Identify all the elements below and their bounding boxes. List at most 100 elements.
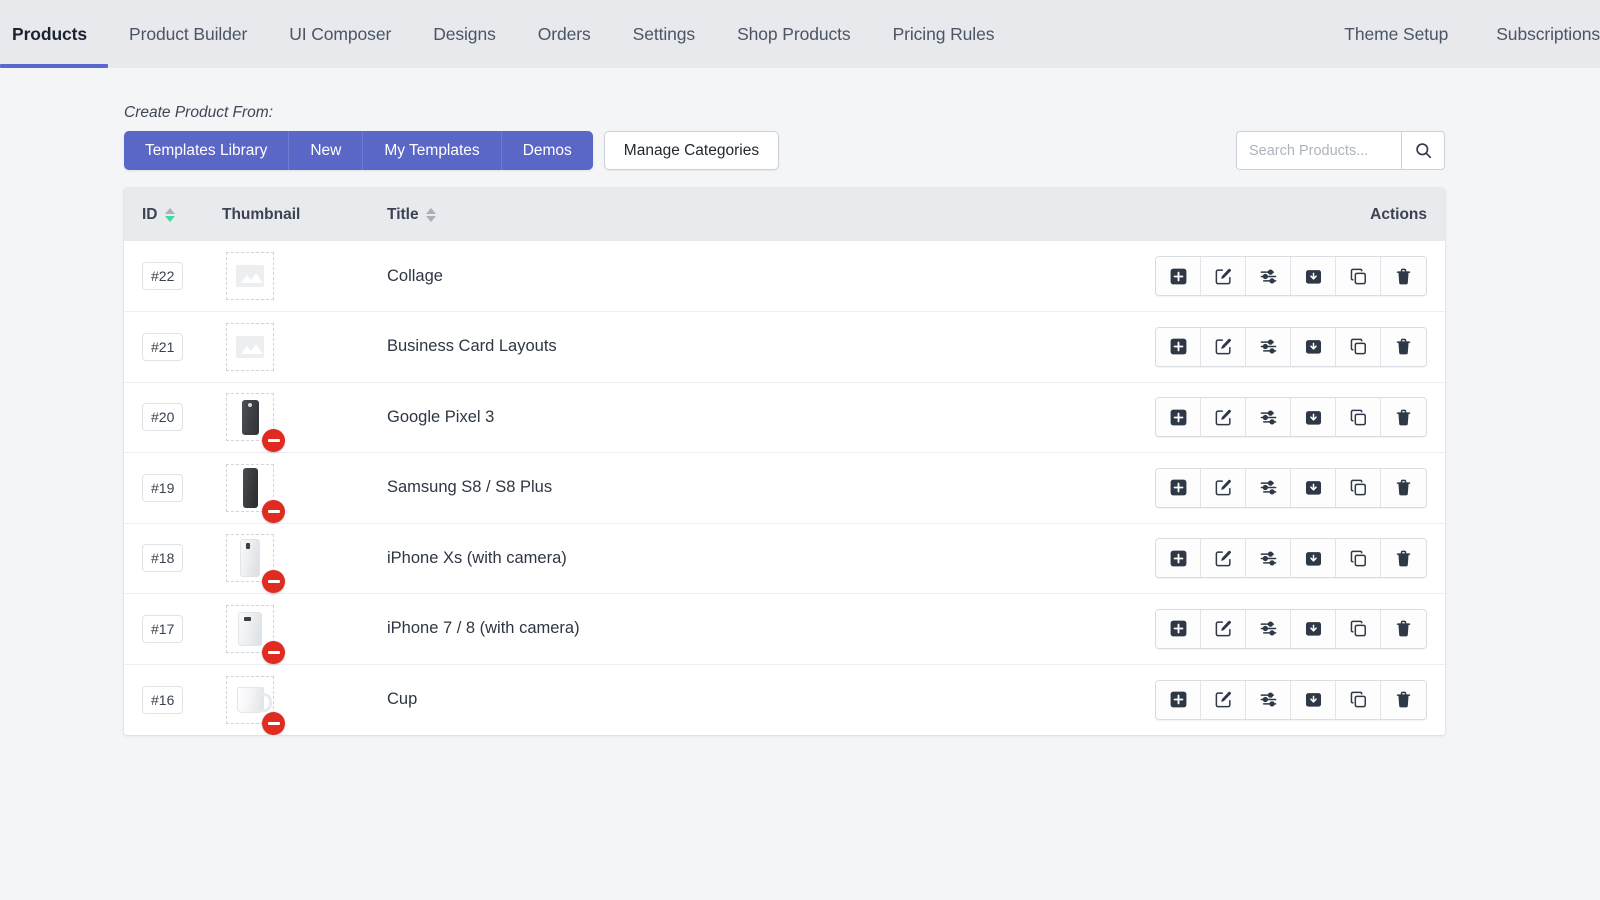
products-table-card: ID Thumbnail Title xyxy=(124,188,1445,735)
nav-item-product-builder[interactable]: Product Builder xyxy=(108,0,268,68)
cell-actions xyxy=(809,594,1445,665)
row-action-download-button[interactable] xyxy=(1291,469,1336,507)
row-action-add-button[interactable] xyxy=(1156,610,1201,648)
search-input[interactable] xyxy=(1236,131,1401,170)
thumbnail-box xyxy=(226,252,274,300)
row-action-trash-button[interactable] xyxy=(1381,257,1426,295)
row-action-trash-button[interactable] xyxy=(1381,398,1426,436)
column-header-id[interactable]: ID xyxy=(124,188,222,241)
row-action-add-button[interactable] xyxy=(1156,257,1201,295)
remove-thumbnail-icon[interactable] xyxy=(262,429,285,452)
cell-actions xyxy=(809,241,1445,312)
row-action-sliders-button[interactable] xyxy=(1246,539,1291,577)
table-row: #21Business Card Layouts xyxy=(124,312,1445,383)
search-button[interactable] xyxy=(1401,131,1445,170)
row-action-copy-button[interactable] xyxy=(1336,610,1381,648)
nav-item-label: Designs xyxy=(433,24,496,45)
nav-item-label: Product Builder xyxy=(129,24,247,45)
row-action-add-button[interactable] xyxy=(1156,681,1201,719)
nav-item-designs[interactable]: Designs xyxy=(412,0,517,68)
row-action-copy-button[interactable] xyxy=(1336,328,1381,366)
row-action-edit-button[interactable] xyxy=(1201,681,1246,719)
row-action-edit-button[interactable] xyxy=(1201,257,1246,295)
column-label-actions: Actions xyxy=(1370,206,1427,223)
column-header-title[interactable]: Title xyxy=(387,188,809,241)
nav-item-settings[interactable]: Settings xyxy=(612,0,716,68)
copy-icon xyxy=(1349,408,1368,427)
thumbnail-box xyxy=(226,676,274,724)
row-action-edit-button[interactable] xyxy=(1201,469,1246,507)
row-action-download-button[interactable] xyxy=(1291,398,1336,436)
thumbnail-box xyxy=(226,323,274,371)
edit-icon xyxy=(1214,549,1233,568)
cell-id: #18 xyxy=(124,523,222,594)
product-thumbnail-dark-phone xyxy=(242,400,259,435)
nav-item-ui-composer[interactable]: UI Composer xyxy=(268,0,412,68)
nav-item-subscriptions[interactable]: Subscriptions xyxy=(1472,0,1600,68)
trash-icon xyxy=(1394,267,1413,286)
id-badge: #21 xyxy=(142,333,183,361)
cell-actions xyxy=(809,453,1445,524)
sort-icon-title[interactable] xyxy=(426,208,436,222)
row-action-trash-button[interactable] xyxy=(1381,681,1426,719)
row-action-download-button[interactable] xyxy=(1291,539,1336,577)
remove-thumbnail-icon[interactable] xyxy=(262,641,285,664)
remove-thumbnail-icon[interactable] xyxy=(262,500,285,523)
trash-icon xyxy=(1394,478,1413,497)
row-action-download-button[interactable] xyxy=(1291,681,1336,719)
row-action-sliders-button[interactable] xyxy=(1246,257,1291,295)
row-action-edit-button[interactable] xyxy=(1201,539,1246,577)
create-from-new-button[interactable]: New xyxy=(289,131,363,170)
row-action-download-button[interactable] xyxy=(1291,257,1336,295)
nav-item-orders[interactable]: Orders xyxy=(517,0,612,68)
create-from-templates-library-button[interactable]: Templates Library xyxy=(124,131,289,170)
image-placeholder-icon xyxy=(236,265,264,287)
column-header-thumbnail: Thumbnail xyxy=(222,188,387,241)
download-icon xyxy=(1304,337,1323,356)
row-action-copy-button[interactable] xyxy=(1336,469,1381,507)
row-action-add-button[interactable] xyxy=(1156,328,1201,366)
remove-thumbnail-icon[interactable] xyxy=(262,712,285,735)
nav-item-products[interactable]: Products xyxy=(0,0,108,68)
nav-right-group: Theme SetupSubscriptions xyxy=(1320,0,1600,68)
row-action-sliders-button[interactable] xyxy=(1246,398,1291,436)
nav-item-theme-setup[interactable]: Theme Setup xyxy=(1320,0,1472,68)
row-action-trash-button[interactable] xyxy=(1381,539,1426,577)
row-action-copy-button[interactable] xyxy=(1336,398,1381,436)
sort-icon-id[interactable] xyxy=(165,208,175,222)
sliders-icon xyxy=(1259,337,1278,356)
row-action-add-button[interactable] xyxy=(1156,398,1201,436)
cell-thumbnail xyxy=(222,312,387,383)
sliders-icon xyxy=(1259,619,1278,638)
copy-icon xyxy=(1349,549,1368,568)
create-from-my-templates-button[interactable]: My Templates xyxy=(363,131,501,170)
create-from-demos-button[interactable]: Demos xyxy=(502,131,593,170)
nav-item-pricing-rules[interactable]: Pricing Rules xyxy=(872,0,1016,68)
trash-icon xyxy=(1394,408,1413,427)
row-action-download-button[interactable] xyxy=(1291,610,1336,648)
row-action-download-button[interactable] xyxy=(1291,328,1336,366)
manage-categories-button[interactable]: Manage Categories xyxy=(604,131,779,170)
row-action-add-button[interactable] xyxy=(1156,469,1201,507)
row-action-trash-button[interactable] xyxy=(1381,469,1426,507)
table-row: #16Cup xyxy=(124,664,1445,735)
row-action-copy-button[interactable] xyxy=(1336,681,1381,719)
row-action-copy-button[interactable] xyxy=(1336,539,1381,577)
row-action-sliders-button[interactable] xyxy=(1246,681,1291,719)
row-action-edit-button[interactable] xyxy=(1201,328,1246,366)
thumbnail-box xyxy=(226,605,274,653)
row-action-edit-button[interactable] xyxy=(1201,610,1246,648)
row-action-sliders-button[interactable] xyxy=(1246,610,1291,648)
row-action-trash-button[interactable] xyxy=(1381,610,1426,648)
row-action-sliders-button[interactable] xyxy=(1246,328,1291,366)
table-body: #22Collage#21Business Card Layouts#20Goo… xyxy=(124,241,1445,735)
row-action-add-button[interactable] xyxy=(1156,539,1201,577)
row-action-copy-button[interactable] xyxy=(1336,257,1381,295)
row-action-button-group xyxy=(1155,609,1427,649)
row-action-trash-button[interactable] xyxy=(1381,328,1426,366)
nav-item-shop-products[interactable]: Shop Products xyxy=(716,0,872,68)
row-action-edit-button[interactable] xyxy=(1201,398,1246,436)
row-action-sliders-button[interactable] xyxy=(1246,469,1291,507)
row-action-button-group xyxy=(1155,327,1427,367)
remove-thumbnail-icon[interactable] xyxy=(262,570,285,593)
